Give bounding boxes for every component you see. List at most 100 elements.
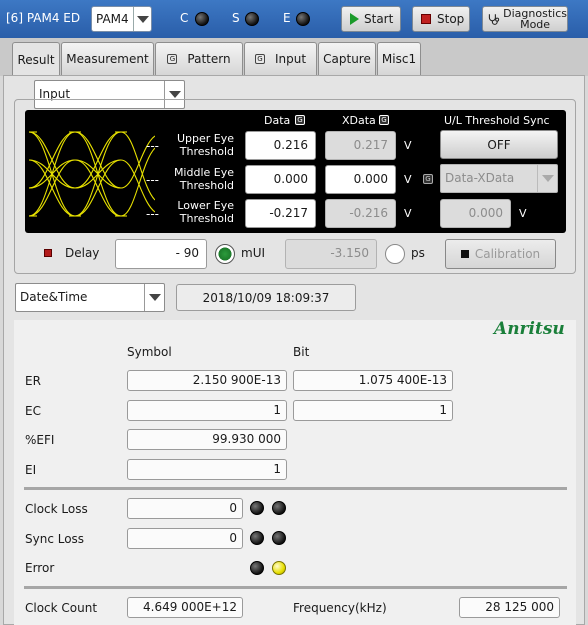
global-setting-icon: G	[167, 54, 178, 64]
divider	[24, 487, 567, 490]
calibration-button[interactable]: Calibration	[445, 239, 556, 269]
error-history-led-icon	[272, 561, 286, 575]
clock-count-value: 4.649 000E+12	[127, 597, 243, 618]
col-data-label: Data	[264, 114, 291, 127]
indicator-c-label: C	[180, 11, 189, 25]
results-area	[14, 320, 576, 625]
middle-xdata-field[interactable]: 0.000	[325, 165, 396, 194]
threshold-sync-button[interactable]: OFF	[440, 130, 558, 159]
frequency-value: 28 125 000	[459, 597, 560, 618]
global-setting-icon: G	[254, 54, 265, 64]
unit-v: V	[404, 139, 412, 152]
sync-loss-led-icon	[250, 531, 264, 545]
upper-xdata-field[interactable]: 0.217	[325, 131, 396, 160]
clock-loss-label: Clock Loss	[25, 502, 88, 516]
col-bit-label: Bit	[293, 345, 310, 359]
efi-label: %EFI	[25, 433, 55, 447]
tab-pattern-label: Pattern	[187, 52, 231, 66]
tab-input[interactable]: G Input	[244, 42, 317, 75]
chevron-down-icon[interactable]	[144, 284, 164, 311]
middle-dash: ---	[146, 173, 159, 187]
tab-misc1[interactable]: Misc1	[377, 42, 421, 75]
ec-symbol-value: 1	[127, 400, 287, 421]
sync-loss-history-led-icon	[272, 531, 286, 545]
calibration-label: Calibration	[474, 247, 541, 261]
ec-label: EC	[25, 404, 41, 418]
col-sync-label: U/L Threshold Sync	[444, 114, 550, 127]
er-label: ER	[25, 374, 41, 388]
mode-select[interactable]: PAM4	[91, 6, 152, 32]
datetime-display: 2018/10/09 18:09:37	[176, 284, 356, 311]
unit-mui-radio[interactable]	[215, 244, 235, 264]
col-xdata-label: XData	[342, 114, 376, 127]
upper-data-field[interactable]: 0.216	[245, 131, 316, 160]
datetime-select[interactable]: Date&Time	[15, 283, 165, 312]
upper-dash: ---	[146, 139, 159, 153]
middle-eye-threshold-label: Middle Eye Threshold	[173, 166, 234, 192]
col-symbol-label: Symbol	[127, 345, 172, 359]
delay-field[interactable]: - 90	[115, 239, 207, 269]
clock-loss-led-icon	[250, 501, 264, 515]
middle-data-field[interactable]: 0.000	[245, 165, 316, 194]
window-title: [6] PAM4 ED	[6, 11, 81, 25]
sync-loss-value: 0	[127, 528, 243, 549]
calibration-status-icon	[460, 250, 469, 258]
ei-symbol-value: 1	[127, 459, 287, 480]
sync-mode-select[interactable]: Data-XData	[440, 164, 558, 193]
indicator-e-led-icon	[296, 12, 310, 26]
clock-loss-value: 0	[127, 498, 243, 519]
ei-label: EI	[25, 463, 37, 477]
global-setting-icon: G	[295, 115, 305, 125]
tab-measurement[interactable]: Measurement	[61, 42, 154, 75]
stethoscope-icon	[488, 14, 500, 25]
datetime-select-value: Date&Time	[20, 290, 88, 304]
start-label: Start	[364, 12, 394, 26]
er-symbol-value: 2.150 900E-13	[127, 370, 287, 391]
lower-data-field[interactable]: -0.217	[245, 199, 316, 228]
tab-measurement-label: Measurement	[66, 52, 149, 66]
indicator-e-label: E	[283, 11, 291, 25]
indicator-s-led-icon	[245, 12, 259, 26]
delay-label: Delay	[65, 246, 100, 260]
stop-button[interactable]: Stop	[412, 6, 470, 32]
delay-status-icon	[44, 249, 52, 257]
sync-offset-field[interactable]: 0.000	[440, 199, 511, 228]
clock-count-label: Clock Count	[25, 601, 98, 615]
unit-v: V	[404, 173, 412, 186]
frequency-label: Frequency(kHz)	[293, 601, 387, 615]
mode-select-value: PAM4	[96, 12, 129, 26]
unit-ps-radio[interactable]	[385, 244, 405, 264]
er-bit-value: 1.075 400E-13	[293, 370, 453, 391]
global-setting-icon: G	[379, 115, 389, 125]
anritsu-logo: Anritsu	[494, 319, 565, 339]
clock-loss-history-led-icon	[272, 501, 286, 515]
tab-result[interactable]: Result	[12, 42, 60, 77]
stop-label: Stop	[437, 12, 465, 26]
indicator-s-label: S	[232, 11, 240, 25]
stop-icon	[421, 14, 431, 24]
sync-loss-label: Sync Loss	[25, 532, 85, 546]
tab-capture[interactable]: Capture	[318, 42, 376, 75]
diagnostics-mode-button[interactable]: Diagnostics Mode	[482, 6, 568, 32]
threshold-sync-button-label: OFF	[487, 137, 511, 152]
unit-v: V	[404, 207, 412, 220]
tab-input-label: Input	[274, 52, 307, 66]
play-icon	[350, 13, 359, 25]
diagnostics-label-line2: Mode	[520, 18, 551, 31]
start-button[interactable]: Start	[341, 6, 401, 32]
sync-mode-select-value: Data-XData	[445, 171, 515, 185]
unit-mui-label: mUI	[241, 246, 266, 260]
chevron-down-icon[interactable]	[537, 165, 557, 192]
lower-eye-threshold-label: Lower Eye Threshold	[177, 199, 234, 225]
chevron-down-icon[interactable]	[133, 7, 151, 31]
tab-capture-label: Capture	[323, 52, 371, 66]
tab-pattern[interactable]: G Pattern	[155, 42, 243, 75]
lower-xdata-field[interactable]: -0.216	[325, 199, 396, 228]
ec-bit-value: 1	[293, 400, 453, 421]
delay-ps-field[interactable]: -3.150	[285, 239, 377, 269]
error-led-icon	[250, 561, 264, 575]
error-label: Error	[25, 561, 55, 575]
global-setting-icon: G	[423, 174, 433, 184]
lower-dash: ---	[146, 207, 159, 221]
divider	[24, 586, 567, 589]
